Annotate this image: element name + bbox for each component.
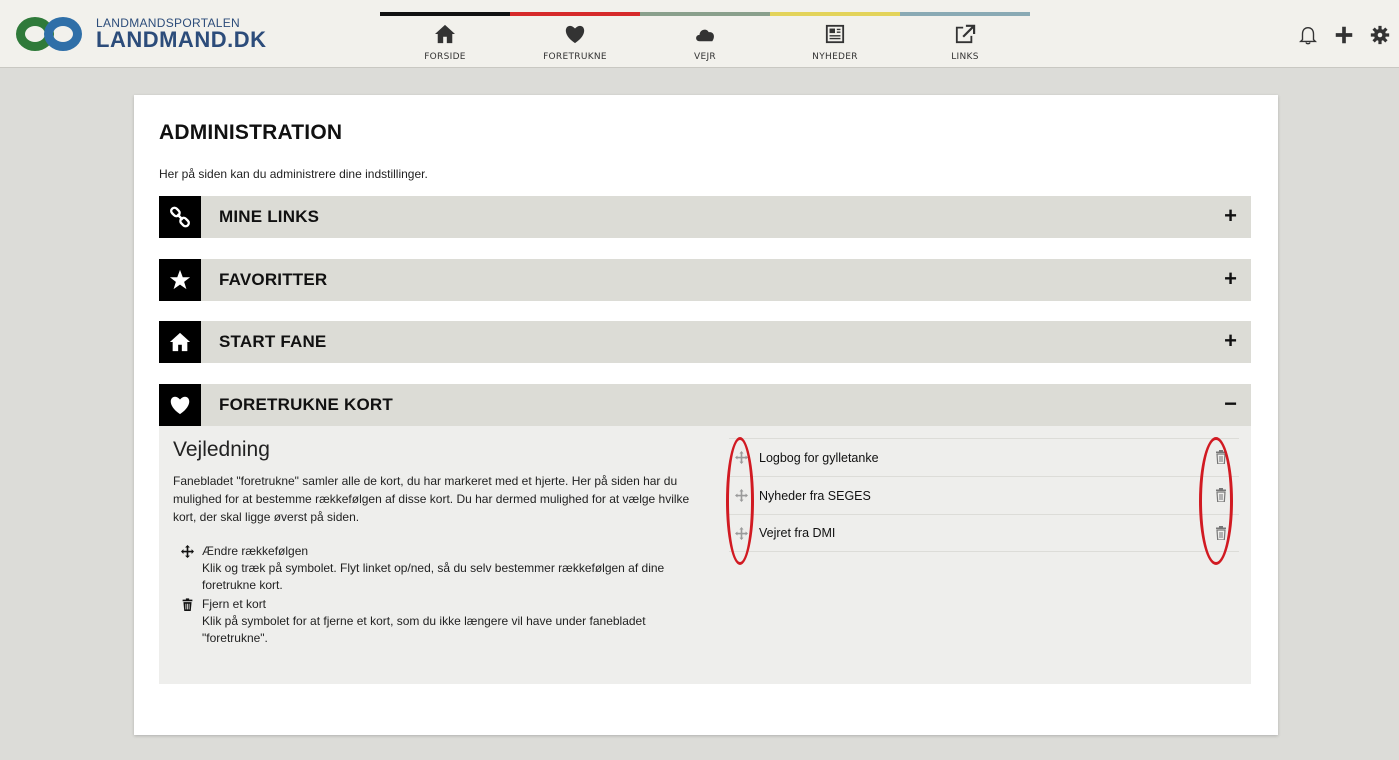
nav-strip — [510, 12, 640, 16]
nav-forside[interactable]: FORSIDE — [380, 0, 510, 68]
nav-label: NYHEDER — [812, 52, 858, 62]
drag-handle-icon[interactable] — [729, 446, 753, 470]
nav-label: FORETRUKNE — [543, 52, 607, 62]
expand-toggle[interactable]: + — [1224, 268, 1237, 290]
top-bar: LANDMANDSPORTALEN LANDMAND.DK FORSIDE FO… — [0, 0, 1399, 68]
section-foretrukne-kort[interactable]: FORETRUKNE KORT − — [159, 384, 1251, 426]
nav-foretrukne[interactable]: FORETRUKNE — [510, 0, 640, 68]
star-icon — [169, 269, 191, 290]
list-item: Logbog for gylletanke — [729, 438, 1239, 476]
expand-toggle[interactable]: + — [1224, 330, 1237, 352]
bell-icon[interactable] — [1297, 24, 1319, 46]
trash-icon[interactable] — [1215, 450, 1231, 466]
logo-rings — [14, 14, 92, 54]
nav-strip — [770, 12, 900, 16]
legend-move: Ændre rækkefølgen Klik og træk på symbol… — [181, 543, 712, 594]
nav-nyheder[interactable]: NYHEDER — [770, 0, 900, 68]
page-intro: Her på siden kan du administrere dine in… — [159, 167, 428, 181]
heart-icon — [170, 396, 190, 415]
list-item: Vejret fra DMI — [729, 514, 1239, 552]
header-actions — [1297, 24, 1391, 46]
gear-icon[interactable] — [1369, 24, 1391, 46]
section-mine-links[interactable]: MINE LINKS + — [159, 196, 1251, 238]
logo-title: LANDMAND.DK — [96, 27, 267, 52]
nav-label: FORSIDE — [424, 52, 466, 62]
section-label: FAVORITTER — [219, 270, 328, 289]
nav-links[interactable]: LINKS — [900, 0, 1030, 68]
section-icon-box — [159, 259, 201, 301]
page-title: ADMINISTRATION — [159, 121, 343, 144]
section-label: FORETRUKNE KORT — [219, 395, 393, 414]
section-label: MINE LINKS — [219, 207, 320, 226]
nav-label: VEJR — [694, 52, 716, 62]
home-icon — [435, 24, 455, 44]
external-link-icon — [955, 24, 976, 44]
favorite-cards-list: Logbog for gylletanke Nyheder fra SEGES — [729, 438, 1239, 552]
plus-icon[interactable] — [1333, 24, 1355, 46]
card-name: Logbog for gylletanke — [759, 450, 879, 465]
trash-icon — [182, 598, 193, 611]
collapse-toggle[interactable]: − — [1224, 393, 1237, 415]
newspaper-icon — [825, 24, 845, 44]
list-item: Nyheder fra SEGES — [729, 476, 1239, 514]
drag-handle-icon[interactable] — [729, 521, 753, 545]
admin-card: ADMINISTRATION Her på siden kan du admin… — [134, 95, 1278, 735]
guide-text: Fanebladet "foretrukne" samler alle de k… — [173, 474, 690, 524]
card-name: Vejret fra DMI — [759, 526, 836, 540]
nav-strip — [380, 12, 510, 16]
link-icon — [170, 206, 190, 228]
section-icon-box — [159, 321, 201, 363]
nav-label: LINKS — [951, 52, 979, 62]
section-icon-box — [159, 196, 201, 238]
trash-icon[interactable] — [1215, 488, 1231, 504]
legend-desc: Klik og træk på symbolet. Flyt linket op… — [202, 561, 665, 592]
heart-icon — [565, 25, 585, 44]
foretrukne-panel: Vejledning Fanebladet "foretrukne" samle… — [159, 426, 1251, 684]
legend-title: Fjern et kort — [202, 597, 267, 611]
cloud-icon — [696, 29, 714, 42]
section-favoritter[interactable]: FAVORITTER + — [159, 259, 1251, 301]
legend-remove: Fjern et kort Klik på symbolet for at fj… — [181, 596, 712, 647]
expand-toggle[interactable]: + — [1224, 205, 1237, 227]
trash-icon[interactable] — [1215, 526, 1231, 542]
guide-heading: Vejledning — [173, 438, 270, 461]
section-start-fane[interactable]: START FANE + — [159, 321, 1251, 363]
card-name: Nyheder fra SEGES — [759, 488, 871, 503]
drag-handle-icon[interactable] — [729, 484, 753, 508]
section-label: START FANE — [219, 332, 327, 351]
legend-title: Ændre rækkefølgen — [202, 544, 309, 558]
site-logo[interactable]: LANDMANDSPORTALEN LANDMAND.DK — [14, 14, 266, 54]
nav-strip — [900, 12, 1030, 16]
nav-strip — [640, 12, 770, 16]
move-icon — [181, 545, 194, 558]
nav-vejr[interactable]: VEJR — [640, 0, 770, 68]
home-icon — [169, 332, 191, 352]
section-icon-box — [159, 384, 201, 426]
legend-desc: Klik på symbolet for at fjerne et kort, … — [202, 614, 646, 645]
main-nav: FORSIDE FORETRUKNE VEJR NYHEDER LINKS — [380, 0, 1030, 68]
